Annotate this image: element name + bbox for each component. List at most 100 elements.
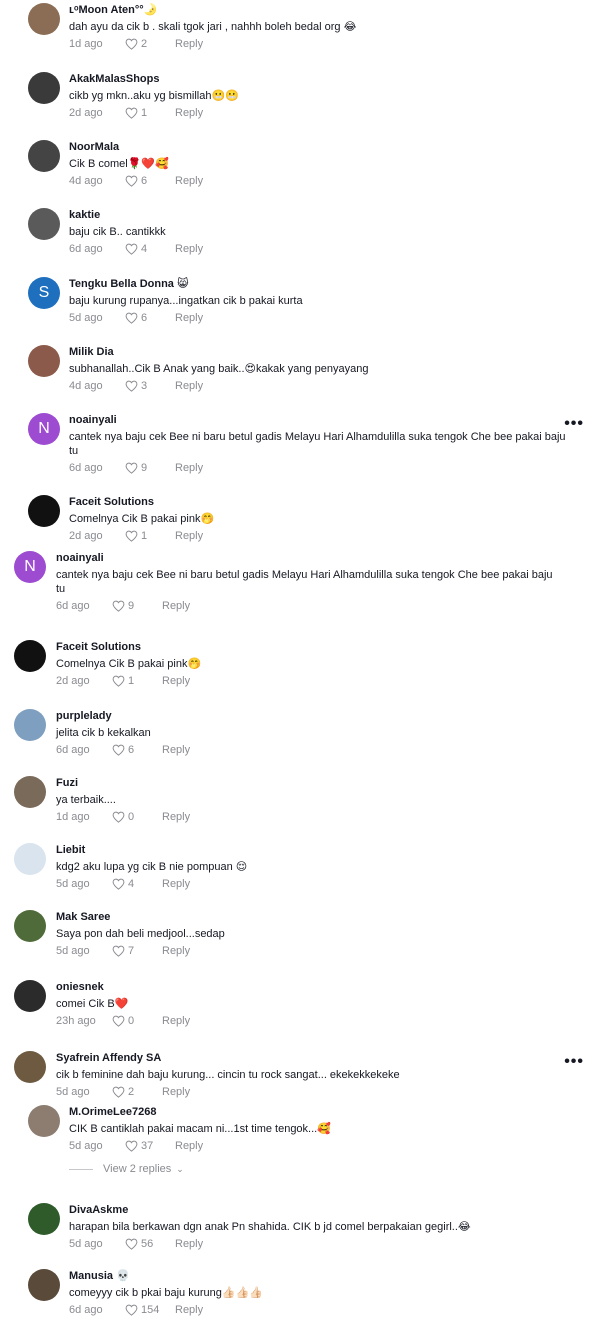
reply-button[interactable]: Reply <box>162 743 190 757</box>
avatar[interactable] <box>28 3 60 35</box>
heart-icon[interactable] <box>112 945 125 957</box>
username[interactable]: noainyali <box>56 551 556 565</box>
avatar[interactable]: N <box>14 551 46 583</box>
username[interactable]: Tengku Bella Donna 😸 <box>69 277 303 291</box>
comment-meta: 2d ago 1 Reply <box>69 106 239 120</box>
username[interactable]: kaktie <box>69 208 203 222</box>
heart-icon[interactable] <box>112 1015 125 1027</box>
avatar[interactable]: N <box>28 413 60 445</box>
reply-button[interactable]: Reply <box>162 1085 190 1099</box>
username[interactable]: Faceit Solutions <box>69 495 214 509</box>
username[interactable]: purplelady <box>56 709 190 723</box>
reply-button[interactable]: Reply <box>175 1237 203 1251</box>
comment-meta: 5d ago 2 Reply <box>56 1085 400 1099</box>
reply-button[interactable]: Reply <box>162 599 190 613</box>
comment-text: comei Cik B❤️ <box>56 998 129 1010</box>
username[interactable]: DivaAskme <box>69 1203 471 1217</box>
comment-meta: 5d ago 37 Reply <box>69 1139 331 1153</box>
like-count: 9 <box>128 600 135 612</box>
timestamp: 5d ago <box>69 312 103 324</box>
avatar[interactable] <box>14 1051 46 1083</box>
heart-icon[interactable] <box>125 462 138 474</box>
timestamp: 5d ago <box>56 878 90 890</box>
heart-icon[interactable] <box>125 1304 138 1316</box>
avatar[interactable] <box>28 72 60 104</box>
reply-button[interactable]: Reply <box>175 529 203 543</box>
timestamp: 2d ago <box>69 107 103 119</box>
avatar[interactable] <box>14 709 46 741</box>
comment-meta: 6d ago 4 Reply <box>69 242 203 256</box>
reply-button[interactable]: Reply <box>175 37 203 51</box>
avatar[interactable] <box>14 980 46 1012</box>
avatar[interactable] <box>28 1105 60 1137</box>
username[interactable]: M.OrimeLee7268 <box>69 1105 331 1119</box>
heart-icon[interactable] <box>125 107 138 119</box>
comment-meta: 4d ago 6 Reply <box>69 174 203 188</box>
view-replies-label: View 2 replies <box>103 1163 172 1175</box>
heart-icon[interactable] <box>125 243 138 255</box>
username[interactable]: NoorMala <box>69 140 203 154</box>
like-count: 3 <box>141 380 148 392</box>
reply-button[interactable]: Reply <box>162 810 190 824</box>
heart-icon[interactable] <box>112 675 125 687</box>
heart-icon[interactable] <box>125 380 138 392</box>
reply-button[interactable]: Reply <box>175 106 203 120</box>
timestamp: 6d ago <box>69 1304 103 1316</box>
avatar[interactable] <box>14 640 46 672</box>
reply-button[interactable]: Reply <box>175 379 203 393</box>
heart-icon[interactable] <box>125 38 138 50</box>
reply-button[interactable]: Reply <box>175 1139 203 1153</box>
username[interactable]: AkakMalasShops <box>69 72 239 86</box>
heart-icon[interactable] <box>125 175 138 187</box>
reply-button[interactable]: Reply <box>162 877 190 891</box>
heart-icon[interactable] <box>112 744 125 756</box>
heart-icon[interactable] <box>125 1140 138 1152</box>
heart-icon[interactable] <box>125 1238 138 1250</box>
avatar[interactable] <box>28 495 60 527</box>
avatar[interactable] <box>28 208 60 240</box>
reply-button[interactable]: Reply <box>175 311 203 325</box>
reply-button[interactable]: Reply <box>162 944 190 958</box>
username[interactable]: ʟᵒMoon Aten°°🌛 <box>69 3 356 17</box>
avatar[interactable] <box>14 910 46 942</box>
avatar[interactable] <box>28 140 60 172</box>
username[interactable]: Fuzi <box>56 776 190 790</box>
username[interactable]: Faceit Solutions <box>56 640 201 654</box>
heart-icon[interactable] <box>125 530 138 542</box>
avatar[interactable] <box>28 345 60 377</box>
username[interactable]: Syafrein Affendy SA <box>56 1051 400 1065</box>
comment-meta: 5d ago 6 Reply <box>69 311 303 325</box>
comments-panel-bottom: M.OrimeLee7268 CIK B cantiklah pakai maca… <box>0 1104 590 1340</box>
username[interactable]: noainyali <box>69 413 569 427</box>
username[interactable]: Milik Dia <box>69 345 369 359</box>
like-count: 2 <box>128 1086 135 1098</box>
view-replies-button[interactable]: View 2 replies ⌄ <box>69 1163 184 1175</box>
heart-icon[interactable] <box>112 811 125 823</box>
username[interactable]: Liebit <box>56 843 247 857</box>
username[interactable]: Mak Saree <box>56 910 225 924</box>
more-options-icon[interactable]: ••• <box>564 415 584 433</box>
reply-button[interactable]: Reply <box>175 242 203 256</box>
comment-body: AkakMalasShops cikb yg mkn..aku yg bismil… <box>69 72 239 120</box>
avatar[interactable] <box>28 1203 60 1235</box>
reply-button[interactable]: Reply <box>175 461 203 475</box>
avatar[interactable] <box>14 843 46 875</box>
heart-icon[interactable] <box>112 878 125 890</box>
reply-button[interactable]: Reply <box>175 1303 203 1317</box>
reply-button[interactable]: Reply <box>162 1014 190 1028</box>
heart-icon[interactable] <box>112 600 125 612</box>
avatar[interactable] <box>28 1269 60 1301</box>
heart-icon[interactable] <box>125 312 138 324</box>
username[interactable]: oniesnek <box>56 980 190 994</box>
avatar[interactable]: S <box>28 277 60 309</box>
comment-text: cantek nya baju cek Bee ni baru betul ga… <box>56 569 553 595</box>
reply-button[interactable]: Reply <box>175 174 203 188</box>
comment-text: comeyyy cik b pkai baju kurung👍🏻👍🏻👍🏻 <box>69 1287 263 1299</box>
avatar[interactable] <box>14 776 46 808</box>
timestamp: 6d ago <box>56 600 90 612</box>
more-options-icon[interactable]: ••• <box>564 1053 584 1071</box>
username[interactable]: Manusia 💀 <box>69 1269 263 1283</box>
heart-icon[interactable] <box>112 1086 125 1098</box>
timestamp: 1d ago <box>56 811 90 823</box>
reply-button[interactable]: Reply <box>162 674 190 688</box>
